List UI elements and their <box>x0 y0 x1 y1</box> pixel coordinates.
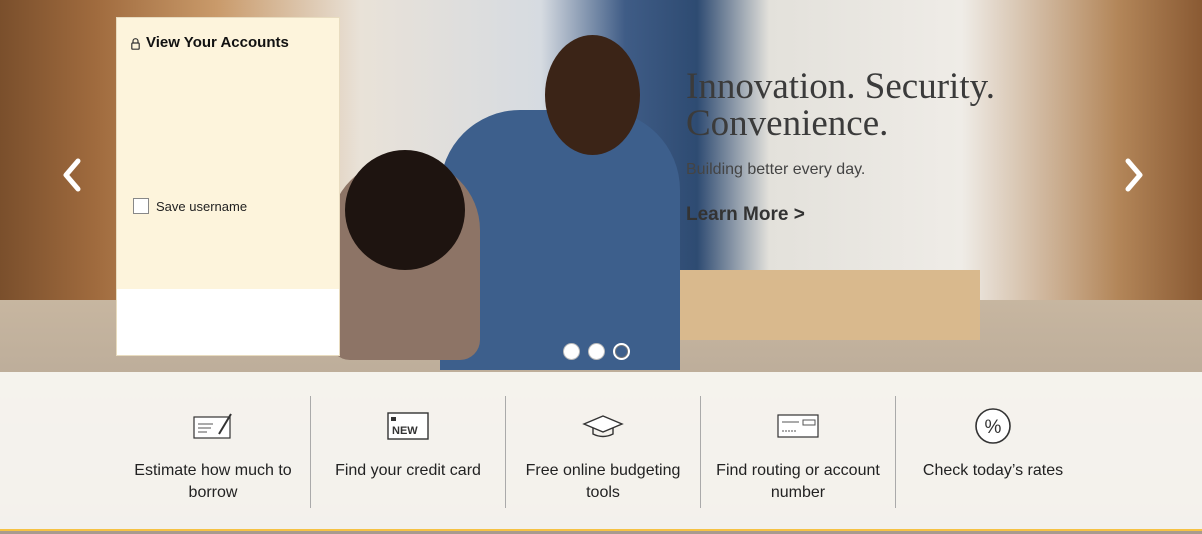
quick-link-todays-rates[interactable]: % Check today’s rates <box>896 396 1090 508</box>
hero-subtitle: Building better every day. <box>686 161 866 178</box>
quick-link-find-credit-card[interactable]: NEW Find your credit card <box>311 396 506 508</box>
save-username-checkbox[interactable] <box>133 198 149 214</box>
hero-headline: Innovation. Security. Convenience. <box>686 68 1086 142</box>
quick-link-label[interactable]: Free online budgeting tools <box>513 460 693 504</box>
learn-more-link[interactable]: Learn More > <box>686 204 805 226</box>
login-panel: View Your Accounts Save username <box>116 17 340 356</box>
carousel-prev-arrow-icon[interactable] <box>58 155 88 195</box>
carousel-dot-3[interactable] <box>613 343 630 360</box>
quick-link-routing-number[interactable]: Find routing or account number <box>701 396 896 508</box>
quick-link-label[interactable]: Check today’s rates <box>903 460 1083 482</box>
hero-headline-line1: Innovation. Security. <box>686 66 995 107</box>
svg-text:NEW: NEW <box>392 425 418 437</box>
save-username-row[interactable]: Save username <box>133 198 247 214</box>
quick-link-label[interactable]: Estimate how much to borrow <box>123 460 303 504</box>
quick-link-budgeting-tools[interactable]: Free online budgeting tools <box>506 396 701 508</box>
carousel-indicators <box>563 343 630 360</box>
login-title-text: View Your Accounts <box>146 34 289 51</box>
save-username-label[interactable]: Save username <box>156 199 247 214</box>
carousel-next-arrow-icon[interactable] <box>1118 155 1148 195</box>
quick-link-label[interactable]: Find your credit card <box>318 460 498 482</box>
hero-photo-bed <box>680 270 980 340</box>
new-card-icon: NEW <box>387 406 429 446</box>
check-icon <box>777 406 819 446</box>
footer-accent-line <box>0 529 1202 531</box>
hero-photo-child-head <box>345 150 465 270</box>
quick-link-estimate-borrow[interactable]: Estimate how much to borrow <box>116 396 311 508</box>
check-writing-icon <box>193 406 233 446</box>
quick-link-label[interactable]: Find routing or account number <box>708 460 888 504</box>
login-title: View Your Accounts <box>131 34 289 51</box>
login-panel-footer <box>117 289 339 355</box>
carousel-dot-1[interactable] <box>563 343 580 360</box>
quick-links-bar: Estimate how much to borrow NEW Find you… <box>0 372 1202 529</box>
percent-circle-icon: % <box>973 406 1013 446</box>
carousel-dot-2[interactable] <box>588 343 605 360</box>
graduation-cap-icon <box>582 406 624 446</box>
hero-headline-line2: Convenience. <box>686 103 889 144</box>
hero-photo-man-head <box>545 35 640 155</box>
svg-text:%: % <box>985 417 1002 438</box>
lock-icon <box>131 37 140 50</box>
